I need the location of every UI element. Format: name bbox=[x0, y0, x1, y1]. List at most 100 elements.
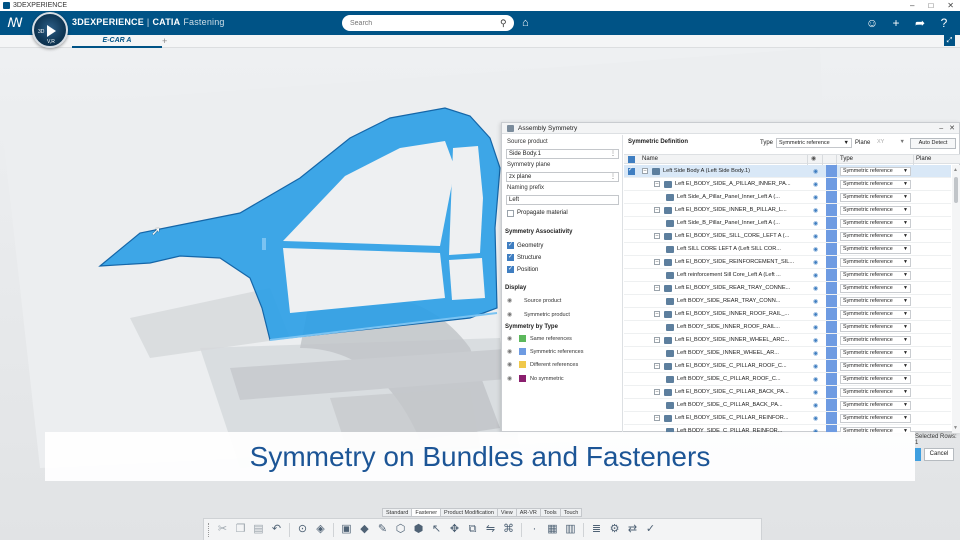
tag-icon[interactable]: ⌂ bbox=[522, 16, 536, 30]
ok-button[interactable] bbox=[915, 448, 921, 461]
eye-icon[interactable]: ◉ bbox=[813, 324, 818, 331]
tree-toggle-icon[interactable]: – bbox=[654, 233, 660, 239]
eye-icon[interactable]: ◉ bbox=[813, 337, 818, 344]
type-dropdown[interactable]: Symmetric reference ▼ bbox=[776, 138, 852, 148]
scrollbar-thumb[interactable] bbox=[954, 177, 958, 203]
source-product-field[interactable]: Side Body.1 ⋮ bbox=[506, 149, 619, 159]
eye-icon[interactable]: ◉ bbox=[813, 246, 818, 253]
row-type-dropdown[interactable]: Symmetric reference ▼ bbox=[840, 193, 911, 202]
table-row[interactable]: – Left El_BODY_SIDE_SILL_CORE_LEFT A (...… bbox=[624, 230, 951, 243]
eye-icon[interactable]: ◉ bbox=[813, 285, 818, 292]
row-type-dropdown[interactable]: Symmetric reference ▼ bbox=[840, 206, 911, 215]
share-icon[interactable]: ➦ bbox=[912, 14, 928, 32]
eye-icon[interactable]: ◉ bbox=[813, 207, 818, 214]
table-row[interactable]: – Left El_BODY_SIDE_A_PILLAR_INNER_PA... ◉… bbox=[624, 178, 951, 191]
table-row[interactable]: Left BODY_SIDE_INNER_WHEEL_AR... ◉ Symmetr… bbox=[624, 347, 951, 360]
bundle-icon[interactable]: ⌘ bbox=[501, 522, 516, 537]
table-row[interactable]: – Left Side Body A (Left Side Body.1) ◉ Sym… bbox=[624, 165, 951, 178]
tab-fastener[interactable]: Fastener bbox=[411, 508, 442, 517]
table-row[interactable]: Left reinforcement Sill Core_Left A (Lef… bbox=[624, 269, 951, 282]
tree-toggle-icon[interactable]: – bbox=[654, 181, 660, 187]
eye-icon[interactable]: ◉ bbox=[813, 350, 818, 357]
eye-icon[interactable]: ◉ bbox=[813, 376, 818, 383]
plane-dropdown[interactable]: XY ▼ bbox=[873, 138, 907, 148]
tab-product-modification[interactable]: Product Modification bbox=[440, 508, 498, 517]
review-icon[interactable]: ✓ bbox=[643, 522, 658, 537]
table-row[interactable]: Left BODY_SIDE_C_PILLAR_BACK_PA... ◉ Symme… bbox=[624, 399, 951, 412]
tree-toggle-icon[interactable]: – bbox=[654, 207, 660, 213]
scroll-up-icon[interactable]: ▲ bbox=[953, 167, 958, 173]
row-type-dropdown[interactable]: Symmetric reference ▼ bbox=[840, 310, 911, 319]
eye-icon[interactable]: ◉ bbox=[507, 298, 516, 304]
add-icon[interactable]: + bbox=[888, 14, 904, 32]
naming-prefix-input[interactable]: Left bbox=[506, 195, 619, 205]
tree-toggle-icon[interactable]: – bbox=[654, 363, 660, 369]
eye-icon[interactable]: ◉ bbox=[813, 259, 818, 266]
tree-toggle-icon[interactable]: – bbox=[654, 389, 660, 395]
eye-icon[interactable]: ◉ bbox=[813, 233, 818, 240]
column-type[interactable]: Type bbox=[840, 156, 853, 162]
row-type-dropdown[interactable]: Symmetric reference ▼ bbox=[840, 336, 911, 345]
eye-icon[interactable]: ◉ bbox=[813, 389, 818, 396]
fullscreen-icon[interactable]: ⤢ bbox=[944, 35, 955, 46]
table-row[interactable]: Left BODY_SIDE_C_PILLAR_ROOF_C... ◉ Symmet… bbox=[624, 373, 951, 386]
row-type-dropdown[interactable]: Symmetric reference ▼ bbox=[840, 414, 911, 423]
add-tab-button[interactable]: + bbox=[162, 35, 172, 48]
table-row[interactable]: Left Side_B_Pillar_Panel_Inner_Left A (.… bbox=[624, 217, 951, 230]
table-row[interactable]: Left Side_A_Pillar_Panel_Inner_Left A (.… bbox=[624, 191, 951, 204]
table-row[interactable]: – Left El_BODY_SIDE_INNER_ROOF_RAIL_... ◉ S… bbox=[624, 308, 951, 321]
tab-ar-vr[interactable]: AR-VR bbox=[515, 508, 541, 517]
close-button[interactable]: ✕ bbox=[947, 0, 954, 11]
tree-toggle-icon[interactable]: – bbox=[654, 285, 660, 291]
ds-logo-icon[interactable]: ꟿ bbox=[6, 14, 24, 32]
row-type-dropdown[interactable]: Symmetric reference ▼ bbox=[840, 219, 911, 228]
select-all-checkbox[interactable] bbox=[628, 156, 635, 163]
row-type-dropdown[interactable]: Symmetric reference ▼ bbox=[840, 323, 911, 332]
tab-touch[interactable]: Touch bbox=[559, 508, 583, 517]
tree-toggle-icon[interactable]: – bbox=[654, 259, 660, 265]
table-row[interactable]: – Left El_BODY_SIDE_C_PILLAR_REINFOR... ◉ S… bbox=[624, 412, 951, 425]
eye-icon[interactable]: ◉ bbox=[507, 362, 516, 368]
part-icon[interactable]: ◆ bbox=[357, 522, 372, 537]
eye-icon[interactable]: ◉ bbox=[813, 311, 818, 318]
undo-icon[interactable]: ↶ bbox=[269, 522, 284, 537]
table-row[interactable]: – Left El_BODY_SIDE_C_PILLAR_ROOF_C... ◉ Sy… bbox=[624, 360, 951, 373]
spec-icon[interactable]: ≣ bbox=[589, 522, 604, 537]
grid-icon[interactable]: ▥ bbox=[563, 522, 578, 537]
column-name[interactable]: Name bbox=[642, 156, 658, 162]
product-icon[interactable]: ▣ bbox=[339, 522, 354, 537]
more-icon[interactable]: ⋮ bbox=[610, 150, 616, 158]
tab-e-car-a[interactable]: E-CAR A bbox=[72, 35, 162, 48]
tab-tools[interactable]: Tools bbox=[539, 508, 561, 517]
eye-icon[interactable]: ◉ bbox=[813, 415, 818, 422]
table-row[interactable]: – Left El_BODY_SIDE_REAR_TRAY_CONNE... ◉ Sy… bbox=[624, 282, 951, 295]
row-type-dropdown[interactable]: Symmetric reference ▼ bbox=[840, 232, 911, 241]
tree-toggle-icon[interactable]: – bbox=[654, 415, 660, 421]
help-icon[interactable]: ? bbox=[936, 14, 952, 32]
tree-toggle-icon[interactable]: – bbox=[642, 168, 648, 174]
eye-icon[interactable]: ◉ bbox=[507, 336, 516, 342]
visibility-column-eye-icon[interactable]: ◉ bbox=[811, 155, 816, 162]
eye-icon[interactable]: ◉ bbox=[813, 272, 818, 279]
position-checkbox[interactable] bbox=[507, 265, 514, 273]
row-type-dropdown[interactable]: Symmetric reference ▼ bbox=[840, 401, 911, 410]
eye-icon[interactable]: ◉ bbox=[813, 402, 818, 409]
propagate-material-checkbox[interactable] bbox=[507, 210, 514, 217]
dialog-close-button[interactable]: ✕ bbox=[949, 123, 955, 134]
shape-icon[interactable]: ⬡ bbox=[393, 522, 408, 537]
row-type-dropdown[interactable]: Symmetric reference ▼ bbox=[840, 297, 911, 306]
row-type-dropdown[interactable]: Symmetric reference ▼ bbox=[840, 167, 911, 176]
assembly-icon[interactable]: ⬢ bbox=[411, 522, 426, 537]
symmetry-plane-field[interactable]: zx plane ⋮ bbox=[506, 172, 619, 182]
eye-icon[interactable]: ◉ bbox=[813, 168, 818, 175]
table-row[interactable]: – Left El_BODY_SIDE_INNER_B_PILLAR_L... ◉ S… bbox=[624, 204, 951, 217]
eye-icon[interactable]: ◉ bbox=[813, 181, 818, 188]
auto-detect-button[interactable]: Auto Detect bbox=[910, 138, 956, 149]
row-type-dropdown[interactable]: Symmetric reference ▼ bbox=[840, 245, 911, 254]
row-type-dropdown[interactable]: Symmetric reference ▼ bbox=[840, 284, 911, 293]
row-type-dropdown[interactable]: Symmetric reference ▼ bbox=[840, 349, 911, 358]
row-checkbox[interactable] bbox=[628, 166, 635, 175]
cut-icon[interactable]: ✂ bbox=[215, 522, 230, 537]
point-icon[interactable]: · bbox=[527, 522, 542, 537]
compass-widget[interactable]: 3D V,R bbox=[32, 12, 68, 48]
